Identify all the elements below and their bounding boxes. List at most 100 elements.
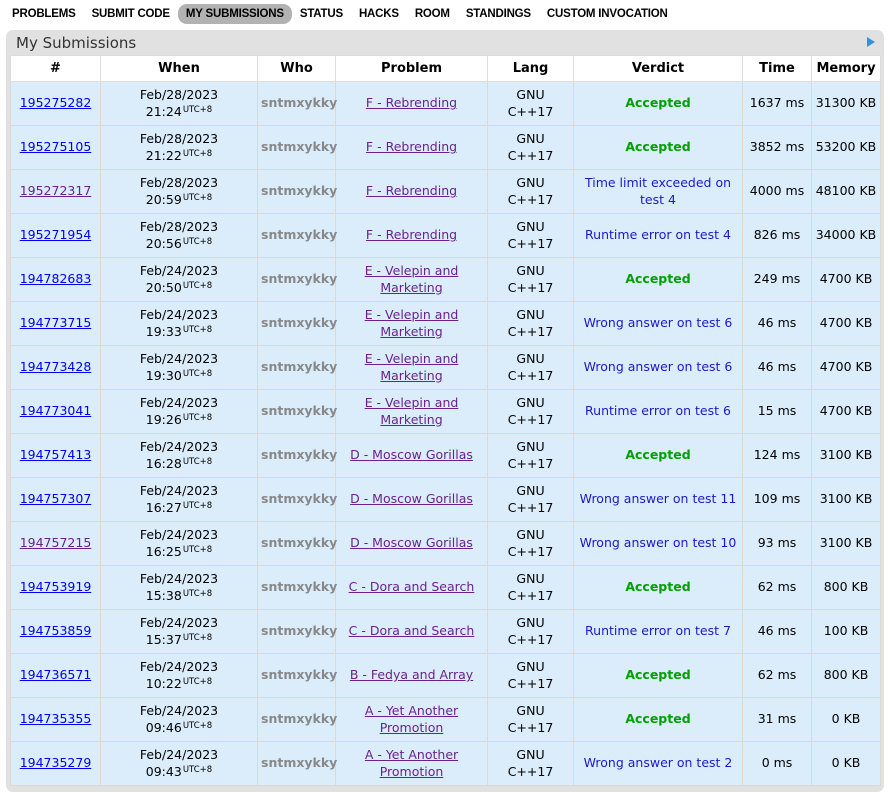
submission-exec-time: 46 ms <box>743 346 812 390</box>
nav-tab-standings[interactable]: STANDINGS <box>458 4 539 24</box>
submission-id-link[interactable]: 194782683 <box>20 271 92 286</box>
problem-link[interactable]: E - Velepin and Marketing <box>365 395 459 427</box>
expand-arrow-icon[interactable] <box>867 37 875 47</box>
problem-link[interactable]: F - Rebrending <box>366 183 457 198</box>
submission-id-link[interactable]: 194753919 <box>20 579 92 594</box>
problem-link[interactable]: D - Moscow Gorillas <box>350 491 473 506</box>
nav-tab-custom-invocation[interactable]: CUSTOM INVOCATION <box>539 4 676 24</box>
problem-link[interactable]: C - Dora and Search <box>349 623 475 638</box>
problem-link[interactable]: F - Rebrending <box>366 95 457 110</box>
submission-who-cell: sntmxykky <box>258 478 336 522</box>
problem-link[interactable]: D - Moscow Gorillas <box>350 535 473 550</box>
submission-date: Feb/24/2023 <box>104 615 254 632</box>
submission-author-link[interactable]: sntmxykky <box>261 227 337 242</box>
submission-time: 15:37UTC+8 <box>104 632 254 649</box>
submission-author-link[interactable]: sntmxykky <box>261 359 337 374</box>
submission-verdict: Accepted <box>625 711 690 726</box>
problem-link[interactable]: D - Moscow Gorillas <box>350 447 473 462</box>
submission-author-link[interactable]: sntmxykky <box>261 95 337 110</box>
submission-author-link[interactable]: sntmxykky <box>261 315 337 330</box>
problem-link[interactable]: F - Rebrending <box>366 227 457 242</box>
submission-id-link[interactable]: 194735279 <box>20 755 92 770</box>
submission-id-link[interactable]: 194736571 <box>20 667 92 682</box>
problem-link[interactable]: A - Yet Another Promotion <box>365 747 458 779</box>
submission-verdict: Time limit exceeded on test 4 <box>585 175 731 207</box>
submission-id-link[interactable]: 194757307 <box>20 491 92 506</box>
submission-memory: 3100 KB <box>812 478 881 522</box>
submission-author-link[interactable]: sntmxykky <box>261 491 337 506</box>
submission-author-link[interactable]: sntmxykky <box>261 535 337 550</box>
submission-date: Feb/24/2023 <box>104 659 254 676</box>
submission-id-link[interactable]: 194757215 <box>20 535 92 550</box>
nav-tab-my-submissions[interactable]: MY SUBMISSIONS <box>178 4 292 24</box>
submission-date: Feb/24/2023 <box>104 703 254 720</box>
problem-link[interactable]: E - Velepin and Marketing <box>365 307 459 339</box>
submission-problem-cell: D - Moscow Gorillas <box>336 522 488 566</box>
submission-row: 194753859Feb/24/202315:37UTC+8sntmxykkyC… <box>11 610 881 654</box>
submission-author-link[interactable]: sntmxykky <box>261 403 337 418</box>
submission-memory: 3100 KB <box>812 434 881 478</box>
submission-time: 09:43UTC+8 <box>104 764 254 781</box>
problem-link[interactable]: E - Velepin and Marketing <box>365 351 459 383</box>
submission-author-link[interactable]: sntmxykky <box>261 623 337 638</box>
submission-exec-time: 3852 ms <box>743 126 812 170</box>
submission-id-link[interactable]: 195275282 <box>20 95 92 110</box>
submission-author-link[interactable]: sntmxykky <box>261 183 337 198</box>
submission-problem-cell: E - Velepin and Marketing <box>336 346 488 390</box>
submission-exec-time: 31 ms <box>743 698 812 742</box>
submission-author-link[interactable]: sntmxykky <box>261 447 337 462</box>
submission-author-link[interactable]: sntmxykky <box>261 139 337 154</box>
submission-id-link[interactable]: 195272317 <box>20 183 92 198</box>
submission-problem-cell: F - Rebrending <box>336 82 488 126</box>
submission-author-link[interactable]: sntmxykky <box>261 271 337 286</box>
submission-date: Feb/24/2023 <box>104 395 254 412</box>
submission-id-link[interactable]: 194757413 <box>20 447 92 462</box>
nav-tab-status[interactable]: STATUS <box>292 4 351 24</box>
nav-tab-hacks[interactable]: HACKS <box>351 4 407 24</box>
submission-id-link[interactable]: 194753859 <box>20 623 92 638</box>
submission-author-link[interactable]: sntmxykky <box>261 711 337 726</box>
submission-who-cell: sntmxykky <box>258 390 336 434</box>
submission-id-link[interactable]: 194773041 <box>20 403 92 418</box>
submission-verdict-cell: Runtime error on test 7 <box>574 610 743 654</box>
nav-tab-problems[interactable]: PROBLEMS <box>4 4 84 24</box>
submission-id-link[interactable]: 194735355 <box>20 711 92 726</box>
problem-link[interactable]: A - Yet Another Promotion <box>365 703 458 735</box>
submission-id-link[interactable]: 194773428 <box>20 359 92 374</box>
submission-id-link[interactable]: 195271954 <box>20 227 92 242</box>
problem-link[interactable]: C - Dora and Search <box>349 579 475 594</box>
timezone-label: UTC+8 <box>183 633 212 643</box>
submission-lang: GNU C++17 <box>488 654 574 698</box>
nav-tab-submit-code[interactable]: SUBMIT CODE <box>84 4 178 24</box>
submission-lang: GNU C++17 <box>488 214 574 258</box>
submission-problem-cell: C - Dora and Search <box>336 566 488 610</box>
submission-who-cell: sntmxykky <box>258 258 336 302</box>
submission-memory: 100 KB <box>812 610 881 654</box>
submission-verdict: Accepted <box>625 95 690 110</box>
timezone-label: UTC+8 <box>183 105 212 115</box>
submission-id-link[interactable]: 195275105 <box>20 139 92 154</box>
submission-row: 194773041Feb/24/202319:26UTC+8sntmxykkyE… <box>11 390 881 434</box>
problem-link[interactable]: E - Velepin and Marketing <box>365 263 459 295</box>
submission-author-link[interactable]: sntmxykky <box>261 667 337 682</box>
submission-problem-cell: E - Velepin and Marketing <box>336 302 488 346</box>
submission-verdict-cell: Wrong answer on test 11 <box>574 478 743 522</box>
submission-id-link[interactable]: 194773715 <box>20 315 92 330</box>
submission-lang: GNU C++17 <box>488 390 574 434</box>
nav-tab-room[interactable]: ROOM <box>407 4 458 24</box>
submission-id-cell: 195275282 <box>11 82 101 126</box>
submission-time: 15:38UTC+8 <box>104 588 254 605</box>
submission-author-link[interactable]: sntmxykky <box>261 755 337 770</box>
submission-verdict-cell: Accepted <box>574 654 743 698</box>
problem-link[interactable]: F - Rebrending <box>366 139 457 154</box>
submission-date: Feb/24/2023 <box>104 351 254 368</box>
submission-memory: 800 KB <box>812 566 881 610</box>
submission-row: 195275105Feb/28/202321:22UTC+8sntmxykkyF… <box>11 126 881 170</box>
submission-when-cell: Feb/24/202315:37UTC+8 <box>101 610 258 654</box>
problem-link[interactable]: B - Fedya and Array <box>350 667 473 682</box>
submission-lang: GNU C++17 <box>488 742 574 786</box>
submission-date: Feb/24/2023 <box>104 307 254 324</box>
submission-row: 195271954Feb/28/202320:56UTC+8sntmxykkyF… <box>11 214 881 258</box>
submission-author-link[interactable]: sntmxykky <box>261 579 337 594</box>
submission-problem-cell: E - Velepin and Marketing <box>336 390 488 434</box>
